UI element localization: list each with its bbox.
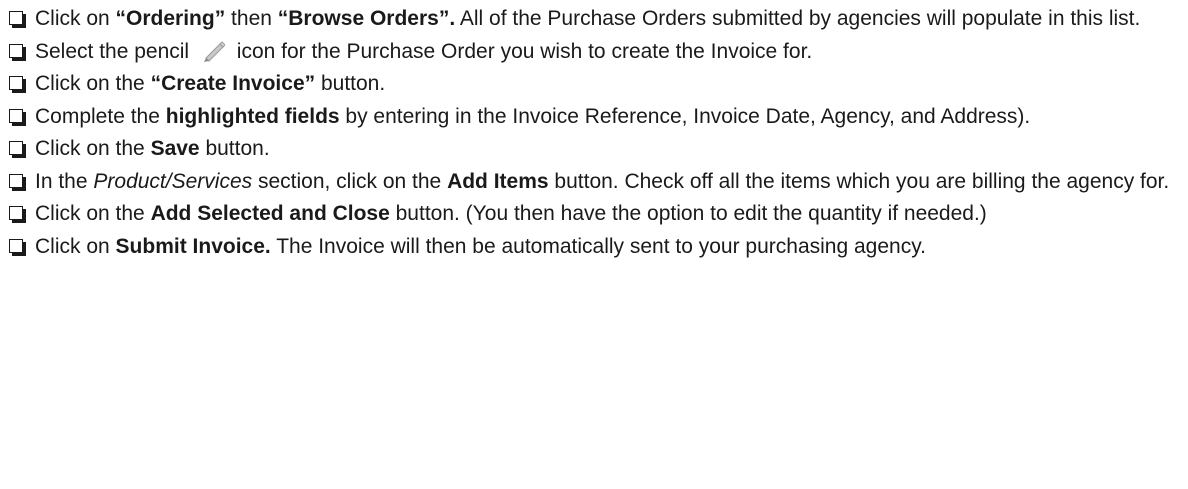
checklist-item: Click on the Save button.	[8, 134, 1180, 164]
item-text: button. (You then have the option to edi…	[389, 202, 987, 225]
item-text: Click on	[35, 234, 116, 258]
item-text: Click on the	[35, 137, 151, 160]
item-text: icon for the Purchase Order you wish to …	[230, 39, 813, 63]
checklist-item: Click on the “Create Invoice” button.	[8, 69, 1180, 99]
emphasis-text: highlighted fields	[165, 104, 340, 128]
item-text: button.	[199, 137, 270, 160]
checklist-item: Click on “Ordering” then “Browse Orders”…	[8, 4, 1180, 34]
checkbox-icon[interactable]	[9, 141, 26, 158]
item-text: Click on the	[35, 202, 151, 225]
checkbox-icon[interactable]	[9, 206, 26, 223]
item-text: Click on the	[35, 72, 151, 95]
checklist-item: Click on Submit Invoice. The Invoice wil…	[8, 232, 1180, 262]
item-text: button.	[315, 72, 386, 95]
emphasis-text: Add Selected and Close	[150, 202, 390, 225]
checkbox-icon[interactable]	[9, 238, 26, 256]
checklist-item: Select the pencil icon for the Purchase …	[8, 37, 1180, 67]
checkbox-icon[interactable]	[9, 76, 26, 93]
item-text: Complete the	[35, 104, 166, 128]
item-text: button. Check off all the items which yo…	[548, 169, 1170, 193]
checkbox-icon[interactable]	[9, 43, 26, 61]
italic-text: Product/Services	[93, 169, 253, 193]
emphasis-text: Add Items	[447, 169, 549, 193]
checkbox-icon[interactable]	[9, 108, 26, 126]
checkbox-icon[interactable]	[9, 11, 26, 28]
checklist-item: In the Product/Services section, click o…	[8, 167, 1180, 197]
emphasis-text: Submit Invoice.	[115, 234, 271, 258]
checkbox-icon[interactable]	[9, 173, 26, 191]
item-text: Select the pencil	[35, 39, 195, 63]
checklist-item: Click on the Add Selected and Close butt…	[8, 199, 1180, 229]
item-text: section, click on the	[252, 169, 448, 193]
instruction-checklist: Click on “Ordering” then “Browse Orders”…	[0, 0, 1180, 261]
emphasis-text: “Browse Orders”.	[277, 7, 456, 30]
item-text: In the	[35, 169, 94, 193]
item-text: The Invoice will then be automatically s…	[270, 234, 926, 258]
item-text: then	[225, 7, 278, 30]
item-text: All of the Purchase Orders submitted by …	[455, 7, 1141, 30]
item-text: by entering in the Invoice Reference, In…	[339, 104, 1031, 128]
checklist-item: Complete the highlighted fields by enter…	[8, 102, 1180, 132]
emphasis-text: “Create Invoice”	[150, 72, 316, 95]
emphasis-text: “Ordering”	[115, 7, 226, 30]
emphasis-text: Save	[150, 137, 200, 160]
pencil-icon	[201, 40, 226, 62]
item-text: Click on	[35, 7, 116, 30]
